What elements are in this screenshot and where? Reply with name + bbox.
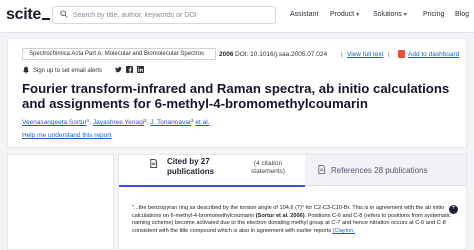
left-panel xyxy=(7,154,114,250)
chevron-down-icon: ▾ xyxy=(403,12,407,18)
separator: | xyxy=(341,51,343,58)
cited-by-label: Cited by 27 publications xyxy=(167,157,215,176)
document-icon xyxy=(150,159,158,168)
search-bar[interactable] xyxy=(52,6,276,24)
signup-alerts-link[interactable]: Sign up to set email alerts xyxy=(33,68,102,74)
linkedin-icon[interactable] xyxy=(137,66,144,73)
pdf-icon xyxy=(398,50,405,58)
search-input[interactable] xyxy=(73,8,269,22)
nav-blog-label: Blog xyxy=(455,11,470,18)
document-icon xyxy=(318,165,326,174)
publication-year: 2006 xyxy=(219,51,234,58)
paper-title: Fourier transform-infrared and Raman spe… xyxy=(22,81,450,111)
citation-link[interactable]: (Clayton, xyxy=(333,228,355,234)
twitter-icon[interactable] xyxy=(115,66,122,73)
et-al-link[interactable]: et al. xyxy=(195,119,209,126)
nav-assistant[interactable]: Assistant xyxy=(290,11,318,18)
author-list: Veenasangeeta Sortur1, Jayashree Yenagi2… xyxy=(22,118,209,126)
separator: | xyxy=(388,51,390,58)
help-understand-report-link[interactable]: Help me understand this report xyxy=(22,132,111,139)
citation-reference: (Sortur et al. 2006) xyxy=(255,212,305,219)
facebook-icon[interactable] xyxy=(126,66,133,73)
chevron-down-icon: ▾ xyxy=(356,12,360,18)
author-link[interactable]: Veenasangeeta Sortur xyxy=(22,119,87,126)
nav-product[interactable]: Product ▾ xyxy=(330,11,359,18)
scite-logo[interactable]: scite xyxy=(6,6,50,24)
logo-text: scite xyxy=(6,6,41,23)
bell-icon[interactable] xyxy=(22,66,30,74)
nav-blog[interactable]: Blog xyxy=(455,11,469,18)
nav-product-label: Product xyxy=(330,11,355,18)
journal-label: Spectrochimica Acta Part A: Molecular an… xyxy=(29,51,205,57)
paper-card: Spectrochimica Acta Part A: Molecular an… xyxy=(7,38,467,148)
tab-cited-by[interactable]: Cited by 27 publications (4 citation sta… xyxy=(119,155,305,187)
view-full-text-link[interactable]: View full text xyxy=(347,51,383,58)
citation-statement: "...the benzopyran ring as described by … xyxy=(132,205,457,235)
plus-icon: + xyxy=(451,205,456,211)
nav-solutions-label: Solutions xyxy=(373,11,402,18)
nav-pricing-label: Pricing xyxy=(423,11,445,18)
journal-name[interactable]: Spectrochimica Acta Part A: Molecular an… xyxy=(22,48,216,60)
author-link[interactable]: J. Tonannavar xyxy=(150,119,191,126)
top-bar: scite Assistant Product▾ Solutions▾ Pric… xyxy=(0,0,474,33)
references-label: References 28 publications xyxy=(331,166,428,175)
add-to-dashboard-link[interactable]: Add to dashboard xyxy=(408,51,459,58)
author-link[interactable]: Jayashree Yenagi xyxy=(93,119,144,126)
doi: DOI: 10.1016/j.saa.2005.07.024 xyxy=(235,51,328,58)
logo-underscore xyxy=(41,18,50,20)
search-icon xyxy=(60,10,68,18)
citation-statements-count: (4 citation statements) xyxy=(251,160,285,175)
tab-references[interactable]: References 28 publications xyxy=(305,155,466,186)
citations-panel: Cited by 27 publications (4 citation sta… xyxy=(118,154,467,250)
nav-pricing[interactable]: Pricing xyxy=(423,11,444,18)
nav-assistant-label: Assistant xyxy=(290,11,319,18)
expand-citation-button[interactable]: + xyxy=(449,205,458,214)
nav-solutions[interactable]: Solutions ▾ xyxy=(373,11,407,18)
